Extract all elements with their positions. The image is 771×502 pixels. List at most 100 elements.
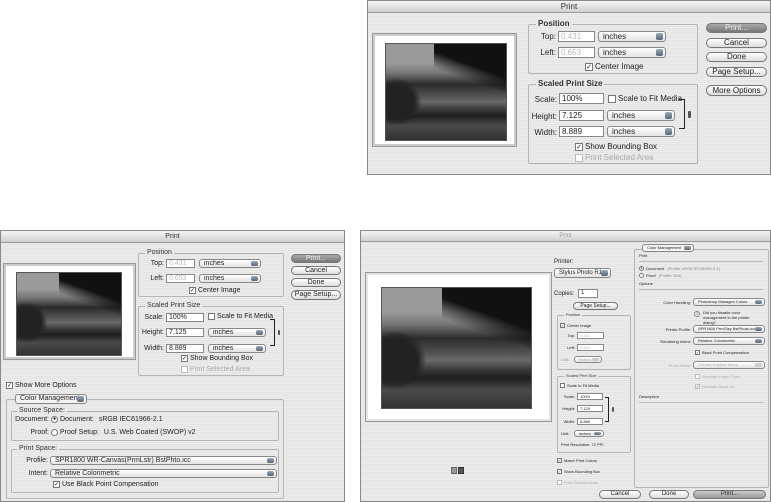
position-unit-select[interactable]: inches <box>574 356 602 363</box>
match-print-colors-checkbox[interactable]: ✓ Match Print Colors <box>557 458 597 463</box>
height-field[interactable]: 7.125 <box>577 405 603 412</box>
height-unit-select[interactable]: inches <box>607 110 675 121</box>
print-selected-area-checkbox[interactable]: Print Selected Area <box>557 480 598 485</box>
black-point-compensation-checkbox[interactable]: ✓ Use Black Point Compensation <box>53 481 159 488</box>
orientation-landscape-icon[interactable] <box>458 467 464 474</box>
center-image-checkbox[interactable]: ✓ Center Image <box>560 323 591 328</box>
show-bounding-box-checkbox[interactable]: ✓ Show Bounding Box <box>181 355 253 362</box>
checkmark-icon: ✓ <box>557 458 562 463</box>
scale-to-fit-checkbox[interactable]: Scale to Fit Media <box>208 313 273 320</box>
top-unit-select[interactable]: inches <box>598 31 666 42</box>
profile-select[interactable]: SPR1800 WR-Canvas(PrmLstr) BstPhto.icc <box>50 456 277 465</box>
checkmark-icon: ✓ <box>53 481 60 488</box>
done-button[interactable]: Done <box>706 52 767 62</box>
scale-field[interactable]: 100% <box>577 393 603 400</box>
print-button[interactable]: Print... <box>291 254 341 263</box>
document-radio[interactable]: ● Document: sRGB IEC61966-2.1 <box>51 416 163 423</box>
show-bounding-box-checkbox[interactable]: ✓ Show Bounding Box <box>557 469 600 474</box>
show-bounding-box-checkbox[interactable]: ✓ Show Bounding Box <box>575 142 657 151</box>
scale-field[interactable]: 100% <box>559 93 604 104</box>
height-field[interactable]: 7.125 <box>166 328 204 337</box>
top-label: Top: <box>567 333 575 338</box>
description-heading: Description <box>639 394 660 399</box>
document-radio[interactable]: ● Document (Profile: sRGB IEC61966-2.1) <box>639 266 720 271</box>
scaled-legend: Scaled Print Size <box>564 373 599 378</box>
link-icon[interactable] <box>612 407 614 412</box>
rendering-intent-select[interactable]: Relative Colorimetric <box>693 337 765 345</box>
more-options-button[interactable]: More Options <box>706 85 767 96</box>
cancel-button[interactable]: Cancel <box>706 38 767 48</box>
options-heading: Options <box>639 281 653 286</box>
proof-setup-select[interactable]: Current Custom Setup <box>693 361 765 369</box>
print-button[interactable]: Print... <box>693 490 766 499</box>
cancel-button[interactable]: Cancel <box>291 266 341 275</box>
simulate-black-ink-checkbox[interactable]: ✓ Simulate Black Ink <box>695 384 735 389</box>
width-field[interactable]: 8.889 <box>559 126 604 137</box>
scale-field[interactable]: 100% <box>166 313 204 322</box>
left-field[interactable]: 0.653 <box>577 344 604 351</box>
checkbox-box <box>181 366 188 373</box>
proof-setup-radio[interactable]: Proof Setup: U.S. Web Coated (SWOP) v2 <box>51 429 196 436</box>
top-field[interactable]: 0.431 <box>166 259 195 268</box>
radio-selected-icon: ● <box>639 266 644 271</box>
left-field[interactable]: 0.653 <box>166 274 195 283</box>
printer-profile-select[interactable]: SPR1800 PrmGlsy BstPhoto.icc <box>693 325 765 333</box>
width-field[interactable]: 8.889 <box>166 344 204 353</box>
print-selected-area-checkbox[interactable]: Print Selected Area <box>181 366 250 373</box>
simulate-paper-color-checkbox[interactable]: Simulate Paper Color <box>695 374 740 379</box>
left-unit-select[interactable]: inches <box>598 47 666 58</box>
preview-image[interactable] <box>16 272 122 356</box>
scaled-unit-select[interactable]: inches <box>574 430 604 437</box>
scale-to-fit-checkbox[interactable]: Scale to Fit Media <box>560 383 599 388</box>
height-label: Height: <box>562 406 575 411</box>
link-icon[interactable] <box>688 111 691 118</box>
color-handling-select[interactable]: Photoshop Manages Colors <box>693 298 765 306</box>
radio-selected-icon: ● <box>51 416 58 423</box>
print-selected-area-checkbox[interactable]: Print Selected Area <box>575 153 653 162</box>
proof-radio[interactable]: Proof (Profile: N/A) <box>639 273 681 278</box>
top-field[interactable]: 0.431 <box>577 332 604 339</box>
profile-label: Profile: <box>26 457 48 464</box>
width-field[interactable]: 8.889 <box>577 418 603 425</box>
page-setup-button[interactable]: Page Setup... <box>706 67 767 77</box>
color-management-dropdown[interactable]: Color Management <box>15 394 87 404</box>
scale-label: Scale: <box>563 394 575 399</box>
printer-select[interactable]: Stylus Photo R1... <box>554 268 611 278</box>
left-unit-select[interactable]: inches <box>199 274 261 283</box>
height-field[interactable]: 7.125 <box>559 110 604 121</box>
width-unit-select[interactable]: inches <box>607 126 675 137</box>
done-button[interactable]: Done <box>649 490 689 499</box>
scale-label: Scale: <box>144 314 164 321</box>
checkmark-icon: ✓ <box>575 142 583 151</box>
left-field[interactable]: 0.653 <box>558 47 595 58</box>
width-unit-select[interactable]: inches <box>208 344 266 353</box>
orientation-portrait-icon[interactable] <box>451 467 457 474</box>
print-button[interactable]: Print... <box>706 23 767 33</box>
black-point-compensation-checkbox[interactable]: ✓ Black Point Compensation <box>695 350 749 355</box>
constrain-bracket <box>270 319 275 346</box>
preview-image[interactable] <box>385 43 507 141</box>
color-handling-label: Color Handling: <box>663 300 691 305</box>
scale-to-fit-checkbox[interactable]: Scale to Fit Media <box>608 94 682 103</box>
intent-select[interactable]: Relative Colorimetric <box>50 469 277 478</box>
preview-image[interactable] <box>381 287 532 409</box>
done-button[interactable]: Done <box>291 278 341 287</box>
checkmark-icon: ✓ <box>585 62 593 71</box>
show-more-options-checkbox[interactable]: ✓ Show More Options <box>6 382 76 389</box>
height-unit-select[interactable]: inches <box>208 328 266 337</box>
top-field[interactable]: 0.431 <box>558 31 595 42</box>
color-management-warning: Did you disable color management in the … <box>703 310 750 325</box>
page-setup-button[interactable]: Page Setup... <box>573 302 618 310</box>
constrain-bracket <box>679 99 685 129</box>
center-image-checkbox[interactable]: ✓ Center Image <box>189 287 240 294</box>
copies-field[interactable]: 1 <box>578 289 598 298</box>
document-label: Document: <box>15 416 49 423</box>
top-unit-select[interactable]: inches <box>199 259 261 268</box>
cancel-button[interactable]: Cancel <box>599 490 641 499</box>
center-image-checkbox[interactable]: ✓ Center Image <box>585 62 643 71</box>
left-label: Left: <box>540 48 556 57</box>
page-setup-button[interactable]: Page Setup... <box>291 290 341 300</box>
link-icon[interactable] <box>278 330 280 335</box>
proof-setup-label: Proof Setup: <box>668 363 691 368</box>
color-management-dropdown[interactable]: Color Management <box>642 244 694 252</box>
